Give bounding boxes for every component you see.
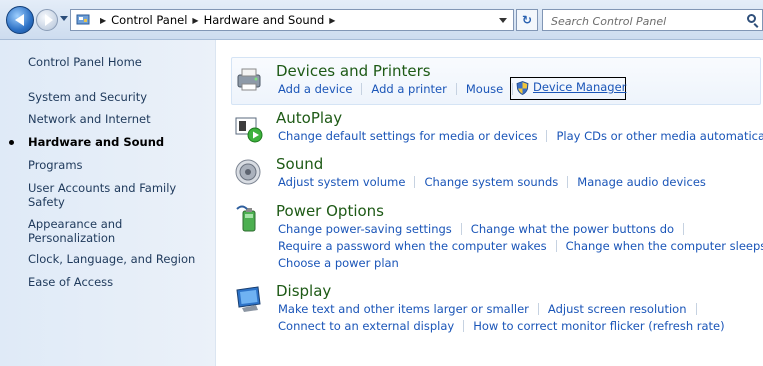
link-separator	[455, 83, 457, 95]
search-box[interactable]	[542, 9, 763, 31]
breadcrumb-control-panel[interactable]: Control Panel	[111, 13, 187, 27]
link-separator	[463, 320, 465, 332]
search-icon[interactable]	[747, 14, 756, 23]
category-title-power-options[interactable]: Power Options	[276, 202, 384, 220]
power-links-row-2: Require a password when the computer wak…	[278, 239, 763, 254]
monitor-icon	[236, 286, 261, 312]
sidebar-item-network-and-internet[interactable]: Network and Internet	[28, 112, 208, 126]
recent-pages-dropdown-icon[interactable]	[60, 16, 68, 21]
link-adjust-system-volume[interactable]: Adjust system volume	[278, 175, 405, 189]
link-make-text-larger[interactable]: Make text and other items larger or smal…	[278, 302, 529, 316]
sidebar-item-control-panel-home[interactable]: Control Panel Home	[28, 55, 208, 69]
uac-shield-icon	[516, 81, 529, 95]
link-separator	[695, 303, 697, 315]
category-title-autoplay[interactable]: AutoPlay	[276, 109, 342, 127]
link-separator	[555, 240, 557, 252]
sidebar-item-clock-language-region[interactable]: Clock, Language, and Region	[28, 252, 208, 266]
back-arrow-icon	[15, 14, 24, 26]
power-links-row-3: Choose a power plan	[278, 256, 399, 271]
address-dropdown-icon[interactable]	[499, 18, 507, 23]
breadcrumb-hardware-and-sound[interactable]: Hardware and Sound	[204, 13, 325, 27]
link-separator	[361, 83, 363, 95]
sound-links: Adjust system volume Change system sounds…	[278, 175, 706, 190]
display-links-row-1: Make text and other items larger or smal…	[278, 302, 706, 317]
sidebar-item-system-and-security[interactable]: System and Security	[28, 90, 208, 104]
forward-arrow-icon	[45, 14, 53, 26]
link-separator	[460, 223, 462, 235]
breadcrumb-chevron-icon[interactable]: ▶	[192, 16, 198, 25]
link-change-power-saving-settings[interactable]: Change power-saving settings	[278, 222, 452, 236]
link-separator	[414, 176, 416, 188]
speaker-icon	[235, 159, 261, 185]
autoplay-links: Change default settings for media or dev…	[278, 129, 763, 144]
sidebar-item-ease-of-access[interactable]: Ease of Access	[28, 275, 208, 289]
devices-links: Add a device Add a printer Mouse	[278, 82, 522, 97]
category-title-devices-and-printers[interactable]: Devices and Printers	[276, 62, 431, 80]
control-panel-icon	[76, 14, 90, 25]
link-device-manager[interactable]: Device Manager	[533, 80, 626, 94]
sidebar: Control Panel Home System and Security N…	[0, 40, 216, 366]
link-add-a-printer[interactable]: Add a printer	[371, 82, 446, 96]
link-change-power-buttons[interactable]: Change what the power buttons do	[471, 222, 674, 236]
link-monitor-flicker[interactable]: How to correct monitor flicker (refresh …	[473, 319, 724, 333]
link-change-system-sounds[interactable]: Change system sounds	[424, 175, 558, 189]
sidebar-item-appearance[interactable]: Appearance and Personalization	[28, 217, 158, 245]
link-change-when-sleeps[interactable]: Change when the computer sleeps	[566, 239, 763, 253]
sidebar-item-programs[interactable]: Programs	[28, 158, 208, 172]
link-change-default-settings[interactable]: Change default settings for media or dev…	[278, 129, 537, 143]
link-play-cds[interactable]: Play CDs or other media automatically	[556, 129, 763, 143]
link-choose-power-plan[interactable]: Choose a power plan	[278, 256, 399, 270]
category-title-sound[interactable]: Sound	[276, 155, 323, 173]
link-manage-audio-devices[interactable]: Manage audio devices	[577, 175, 706, 189]
address-bar[interactable]: ▶ Control Panel ▶ Hardware and Sound ▶	[70, 9, 514, 31]
current-bullet-icon	[9, 140, 14, 145]
refresh-icon: ↻	[521, 13, 533, 27]
display-links-row-2: Connect to an external display How to cor…	[278, 319, 725, 334]
category-title-display[interactable]: Display	[276, 282, 331, 300]
back-button[interactable]	[6, 6, 34, 34]
main-content: Devices and Printers Add a device Add a p…	[216, 40, 763, 366]
power-links-row-1: Change power-saving settings Change what …	[278, 222, 693, 237]
printer-icon	[237, 68, 261, 91]
breadcrumb-chevron-icon[interactable]: ▶	[100, 16, 106, 25]
sidebar-item-hardware-and-sound[interactable]: Hardware and Sound	[9, 135, 208, 149]
battery-icon	[236, 205, 256, 232]
sidebar-item-label: Hardware and Sound	[28, 135, 165, 149]
breadcrumb-chevron-icon[interactable]: ▶	[329, 16, 335, 25]
link-add-a-device[interactable]: Add a device	[278, 82, 352, 96]
autoplay-icon	[235, 117, 263, 143]
forward-button[interactable]	[36, 9, 58, 31]
link-separator	[546, 130, 548, 142]
link-adjust-screen-resolution[interactable]: Adjust screen resolution	[548, 302, 687, 316]
breadcrumb: ▶ Control Panel ▶ Hardware and Sound ▶	[95, 10, 340, 32]
navigation-toolbar: ▶ Control Panel ▶ Hardware and Sound ▶ ↻	[0, 0, 763, 40]
link-mouse[interactable]: Mouse	[466, 82, 503, 96]
link-connect-external-display[interactable]: Connect to an external display	[278, 319, 454, 333]
refresh-button[interactable]: ↻	[516, 9, 538, 31]
link-separator	[567, 176, 569, 188]
link-separator	[683, 223, 685, 235]
link-separator	[537, 303, 539, 315]
sidebar-item-user-accounts[interactable]: User Accounts and Family Safety	[28, 181, 193, 209]
link-require-password-on-wake[interactable]: Require a password when the computer wak…	[278, 239, 547, 253]
search-input[interactable]	[549, 12, 743, 30]
